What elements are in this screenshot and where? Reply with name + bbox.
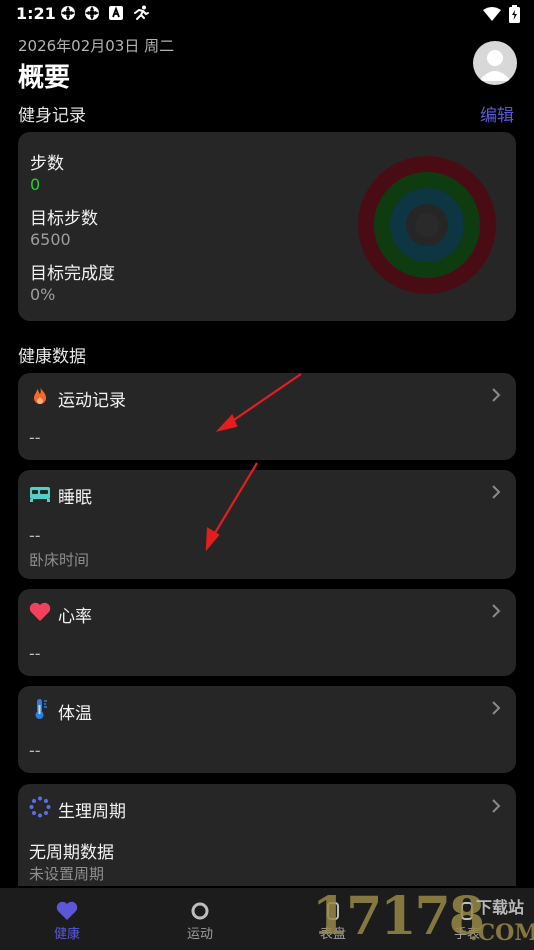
user-avatar-icon	[479, 50, 511, 81]
goal-completion-value: 0%	[30, 285, 56, 304]
status-time: 1:21	[16, 4, 56, 23]
thermometer-icon	[35, 699, 47, 719]
steps-label: 步数	[30, 154, 64, 174]
menstrual-cycle-card[interactable]: 生理周期 无周期数据 未设置周期	[18, 784, 516, 886]
cycle-sub-label: 未设置周期	[29, 865, 105, 883]
app-notification-icon	[61, 6, 75, 20]
watermark-site-text: 下载站	[476, 898, 525, 917]
health-section-label: 健康数据	[18, 347, 86, 367]
chevron-right-icon	[492, 388, 501, 402]
ring-icon	[191, 902, 209, 920]
heart-icon	[56, 901, 78, 920]
watermark-digits: 17178	[312, 886, 485, 947]
watermark-domain-text: .COM	[470, 920, 534, 946]
activity-rings	[358, 156, 496, 294]
temperature-card[interactable]: 体温 --	[18, 686, 516, 773]
heart-icon	[29, 602, 51, 621]
chevron-right-icon	[492, 604, 501, 618]
temperature-value: --	[29, 741, 41, 760]
steps-value: 0	[30, 175, 41, 194]
a-letter-icon	[109, 6, 123, 20]
sleep-sub-label: 卧床时间	[29, 551, 90, 569]
wifi-icon	[483, 7, 501, 21]
nav-tab-health[interactable]: 健康	[0, 888, 134, 950]
goal-steps-label: 目标步数	[30, 209, 98, 229]
chevron-right-icon	[492, 485, 501, 499]
sleep-value: --	[29, 526, 41, 545]
date-label: 2026年02月03日 周二	[18, 37, 175, 55]
exercise-record-card[interactable]: 运动记录 --	[18, 373, 516, 460]
nav-label-exercise: 运动	[186, 927, 213, 942]
edit-button[interactable]: 编辑	[480, 101, 514, 126]
cycle-value: 无周期数据	[29, 843, 114, 863]
site-watermark: 17178 下载站 .COM	[312, 886, 534, 950]
app-notification-icon	[85, 6, 99, 20]
battery-icon	[509, 5, 520, 23]
exercise-title: 运动记录	[58, 391, 126, 411]
temperature-title: 体温	[58, 704, 92, 724]
fitness-section-label: 健身记录	[18, 106, 86, 126]
nav-tab-exercise[interactable]: 运动	[133, 888, 267, 950]
status-bar: 1:21	[0, 0, 534, 28]
sleep-title: 睡眠	[58, 488, 92, 508]
heart-rate-card[interactable]: 心率 --	[18, 589, 516, 676]
nav-label-health: 健康	[53, 927, 80, 942]
cycle-icon	[29, 796, 51, 818]
chevron-right-icon	[492, 701, 501, 715]
status-notification-icons	[60, 5, 150, 21]
goal-completion-label: 目标完成度	[30, 264, 115, 284]
sleep-card[interactable]: 睡眠 -- 卧床时间	[18, 470, 516, 579]
flame-icon	[34, 386, 46, 404]
page-title: 概要	[18, 63, 71, 93]
status-system-icons	[483, 5, 520, 23]
goal-steps-value: 6500	[30, 230, 71, 249]
heart-rate-title: 心率	[58, 607, 92, 627]
exercise-value: --	[29, 428, 41, 447]
bed-icon	[30, 487, 50, 502]
heart-rate-value: --	[29, 644, 41, 663]
running-icon	[134, 5, 149, 20]
cycle-title: 生理周期	[58, 802, 126, 822]
fitness-record-card[interactable]: 步数 0 目标步数 6500 目标完成度 0%	[18, 132, 516, 321]
chevron-right-icon	[492, 799, 501, 813]
avatar[interactable]	[473, 41, 517, 85]
